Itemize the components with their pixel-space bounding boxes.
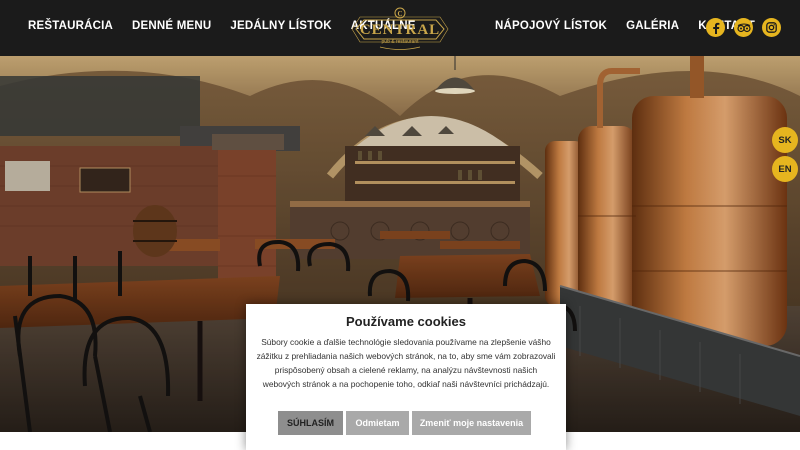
tripadvisor-icon[interactable] xyxy=(734,18,753,37)
facebook-icon[interactable] xyxy=(706,18,725,37)
nav-restauracia[interactable]: REŠTAURÁCIA xyxy=(28,20,113,32)
accept-cookies-button[interactable]: SÚHLASÍM xyxy=(278,411,343,435)
cookie-description: Súbory cookie a ďalšie technológie sledo… xyxy=(256,337,556,389)
logo-tagline: pub & restaurant xyxy=(381,39,419,45)
top-navigation-bar: REŠTAURÁCIA DENNÉ MENU JEDÁLNY LÍSTOK AK… xyxy=(0,0,800,56)
cookie-title: Používame cookies xyxy=(346,314,466,329)
decline-cookies-button[interactable]: Odmietam xyxy=(346,411,409,435)
nav-denne-menu[interactable]: DENNÉ MENU xyxy=(132,20,211,32)
cookie-settings-button[interactable]: Zmeniť moje nastavenia xyxy=(412,411,531,435)
instagram-icon[interactable] xyxy=(762,18,781,37)
cookie-consent-dialog: Používame cookies Súbory cookie a ďalšie… xyxy=(246,304,566,450)
language-en-button[interactable]: EN xyxy=(772,156,798,182)
central-logo[interactable]: C CENTRAL pub & restaurant xyxy=(350,6,450,52)
nav-jedalny-listok[interactable]: JEDÁLNY LÍSTOK xyxy=(230,20,331,32)
logo-name: CENTRAL xyxy=(359,22,441,38)
nav-galeria[interactable]: GALÉRIA xyxy=(626,20,679,32)
language-sk-button[interactable]: SK xyxy=(772,127,798,153)
nav-napojovy-listok[interactable]: NÁPOJOVÝ LÍSTOK xyxy=(495,20,607,32)
svg-text:C: C xyxy=(397,10,402,18)
